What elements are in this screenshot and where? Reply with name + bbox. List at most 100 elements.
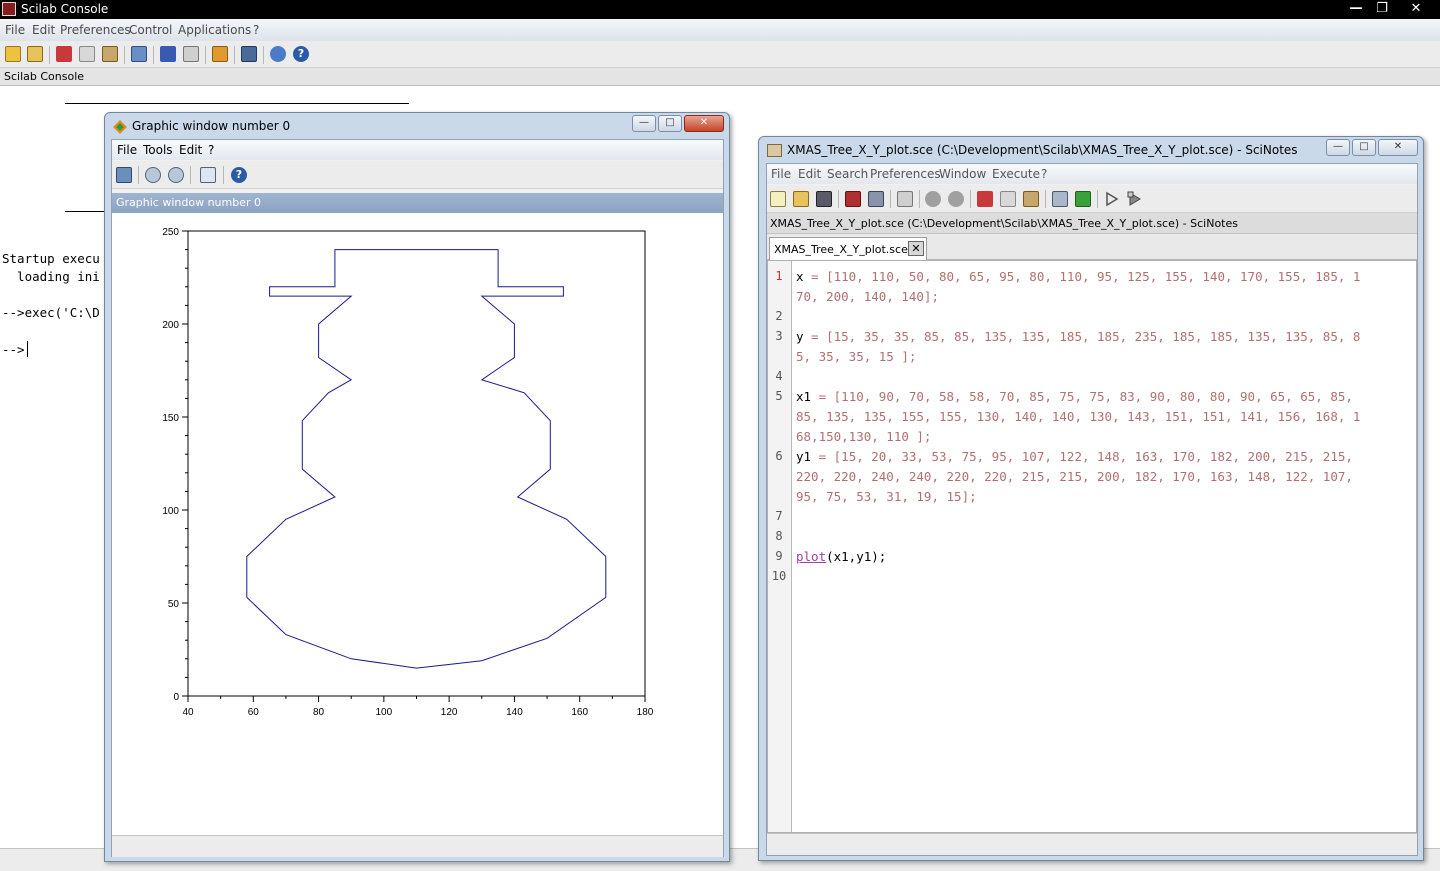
scinotes-restore-button[interactable]: □ (1352, 139, 1376, 156)
font-icon[interactable] (160, 46, 176, 62)
console-tab-label: Scilab Console (4, 70, 85, 83)
graphic-menu-edit[interactable]: Edit (179, 143, 202, 157)
code-line: y1 = [15, 20, 33, 53, 75, 95, 107, 122, … (796, 449, 1353, 464)
y-tick-label: 150 (162, 413, 179, 424)
variable-browser-icon[interactable] (212, 46, 228, 62)
rotate-icon[interactable] (116, 167, 132, 183)
load-into-scilab-icon[interactable] (1075, 191, 1091, 207)
code-line: 5, 35, 35, 15 ]; (796, 349, 917, 364)
line-number: 3 (775, 329, 783, 343)
x-tick-label: 60 (248, 707, 260, 718)
open-icon[interactable] (793, 191, 809, 207)
graphic-restore-button[interactable]: □ (658, 115, 682, 132)
find-icon[interactable] (1052, 191, 1068, 207)
scinotes-menu-execute[interactable]: Execute (992, 167, 1040, 181)
scinotes-path-bar: XMAS_Tree_X_Y_plot.sce (C:\Development\S… (767, 213, 1417, 234)
console-tab[interactable]: Scilab Console (0, 68, 1440, 86)
zoom-in-icon[interactable] (145, 167, 161, 183)
save-icon[interactable] (845, 191, 861, 207)
menu-preferences[interactable]: Preferences (60, 23, 131, 37)
new-icon[interactable] (770, 191, 786, 207)
execute-icon[interactable] (1104, 191, 1120, 207)
new-script-icon[interactable] (5, 46, 21, 62)
help-icon[interactable]: ? (231, 167, 247, 183)
x-tick-label: 140 (506, 707, 523, 718)
close-button[interactable]: ✕ (1403, 0, 1429, 19)
scinotes-menu-edit[interactable]: Edit (798, 167, 821, 181)
toolbar-separator (919, 190, 920, 208)
cut-icon[interactable] (977, 191, 993, 207)
scinotes-status-bar (767, 833, 1417, 855)
graphic-menu-help[interactable]: ? (208, 143, 214, 157)
module-manager-icon[interactable] (270, 46, 286, 62)
toolbar-separator (838, 190, 839, 208)
scinotes-minimize-button[interactable]: — (1326, 139, 1350, 156)
restore-button[interactable]: ❐ (1369, 0, 1395, 19)
menu-control[interactable]: Control (129, 23, 172, 37)
toolbar-separator (1097, 190, 1098, 208)
minimize-button[interactable]: — (1343, 0, 1369, 19)
code-editor[interactable]: 1 2 3 4 5 6 7 8 9 10 x = [110, 110, 50, … (767, 260, 1417, 833)
toolbar-separator (890, 190, 891, 208)
line-number: 6 (775, 449, 783, 463)
scinotes-icon[interactable] (241, 46, 257, 62)
graphic-menu-file[interactable]: File (117, 143, 137, 157)
plot-svg[interactable]: 40 60 80 100 120 140 160 180 0 50 100 150 200 250 (112, 213, 723, 835)
code-line: x1 = [110, 90, 70, 58, 58, 70, 85, 75, 7… (796, 389, 1353, 404)
code-line: 85, 135, 135, 155, 155, 130, 140, 140, 1… (796, 409, 1361, 424)
plot-canvas[interactable]: 40 60 80 100 120 140 160 180 0 50 100 150 200 250 (112, 213, 723, 835)
print-icon[interactable] (183, 46, 199, 62)
execute-with-echo-icon[interactable] (1127, 191, 1143, 207)
change-directory-icon[interactable] (131, 46, 147, 62)
line-number: 9 (775, 549, 783, 563)
y-tick-label: 50 (168, 599, 180, 610)
scinotes-menu-help[interactable]: ? (1041, 167, 1047, 181)
line-number: 4 (775, 369, 783, 383)
code-variable: x1 (796, 389, 812, 404)
menu-applications[interactable]: Applications (178, 23, 251, 37)
paste-icon[interactable] (102, 46, 118, 62)
x-tick-label: 180 (637, 707, 654, 718)
menu-help[interactable]: ? (253, 23, 259, 37)
copy-icon[interactable] (1000, 191, 1016, 207)
toolbar-separator (153, 46, 154, 64)
scinotes-menu-search[interactable]: Search (827, 167, 868, 181)
toolbar-separator (223, 166, 224, 184)
x-tick-label: 160 (571, 707, 588, 718)
console-line: -->exec('C:\D (2, 305, 100, 320)
code-variable: y1 (796, 449, 812, 464)
x-tick-label: 100 (376, 707, 393, 718)
line-number: 2 (775, 309, 783, 323)
graphic-close-button[interactable]: ✕ (684, 115, 724, 132)
zoom-out-icon[interactable] (168, 167, 184, 183)
paste-icon[interactable] (1023, 191, 1039, 207)
code-variable: y (796, 329, 804, 344)
help-icon[interactable]: ? (293, 46, 309, 62)
code-line: 95, 75, 53, 31, 19, 15]; (796, 489, 977, 504)
new-window-icon[interactable] (200, 167, 216, 183)
line-number: 7 (775, 509, 783, 523)
cut-icon[interactable] (56, 46, 72, 62)
undo-icon[interactable] (925, 191, 941, 207)
file-tab[interactable]: XMAS_Tree_X_Y_plot.sce ✕ (769, 237, 927, 260)
print-icon[interactable] (897, 191, 913, 207)
open-file-icon[interactable] (27, 46, 43, 62)
graphic-window-header-label: Graphic window number 0 (116, 196, 261, 209)
code-line: y = [15, 35, 35, 85, 85, 135, 135, 185, … (796, 329, 1360, 344)
redo-icon[interactable] (948, 191, 964, 207)
scinotes-menu-preferences[interactable]: Preferences (870, 167, 941, 181)
scinotes-close-button[interactable]: ✕ (1378, 139, 1418, 156)
scinotes-menu-window[interactable]: Window (939, 167, 986, 181)
open-recent-icon[interactable] (816, 191, 832, 207)
close-tab-icon[interactable]: ✕ (908, 241, 924, 256)
copy-icon[interactable] (79, 46, 95, 62)
main-menu-bar: File Edit Preferences Control Applicatio… (0, 19, 1440, 41)
save-as-icon[interactable] (868, 191, 884, 207)
code-text: = [110, 90, 70, 58, 58, 70, 85, 75, 75, … (811, 389, 1353, 404)
menu-edit[interactable]: Edit (32, 23, 55, 37)
menu-file[interactable]: File (5, 23, 25, 37)
graphic-minimize-button[interactable]: — (632, 115, 656, 132)
graphic-menu-tools[interactable]: Tools (143, 143, 173, 157)
scinotes-menu-file[interactable]: File (771, 167, 791, 181)
scilab-app-icon (2, 2, 16, 16)
